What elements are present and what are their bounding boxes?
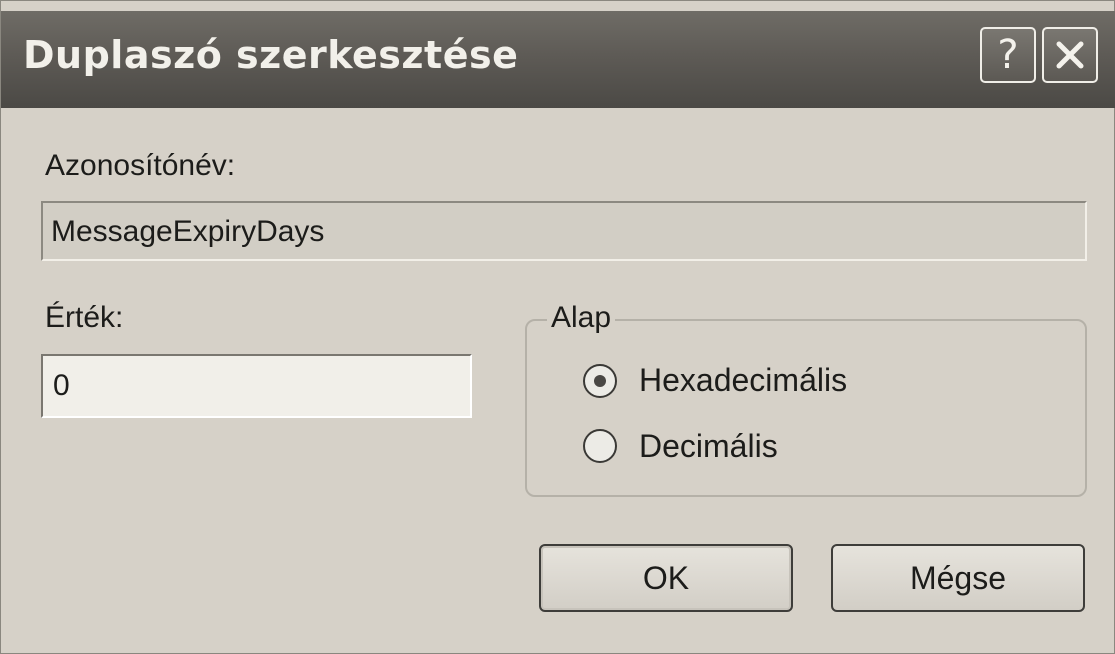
title-bar[interactable]: Duplaszó szerkesztése ? — [1, 11, 1115, 108]
value-input[interactable] — [41, 354, 472, 418]
name-value: MessageExpiryDays — [51, 215, 325, 248]
name-field: MessageExpiryDays — [41, 201, 1087, 261]
dialog-title: Duplaszó szerkesztése — [23, 33, 519, 77]
value-label: Érték: — [45, 301, 124, 334]
help-button[interactable]: ? — [980, 27, 1036, 83]
hexadecimal-label[interactable]: Hexadecimális — [639, 362, 847, 399]
base-group-label: Alap — [547, 301, 616, 335]
ok-button[interactable]: OK — [539, 544, 793, 612]
base-groupbox — [525, 319, 1087, 497]
decimal-radio[interactable] — [583, 429, 617, 463]
close-button[interactable] — [1042, 27, 1098, 83]
edit-dword-dialog: Duplaszó szerkesztése ? Azonosítónév: Me… — [0, 0, 1115, 654]
close-icon — [1056, 41, 1084, 69]
decimal-label[interactable]: Decimális — [639, 428, 778, 465]
question-mark-icon: ? — [997, 32, 1019, 78]
name-label: Azonosítónév: — [45, 149, 236, 182]
radio-selected-dot — [594, 375, 606, 387]
cancel-button[interactable]: Mégse — [831, 544, 1085, 612]
hexadecimal-radio[interactable] — [583, 364, 617, 398]
